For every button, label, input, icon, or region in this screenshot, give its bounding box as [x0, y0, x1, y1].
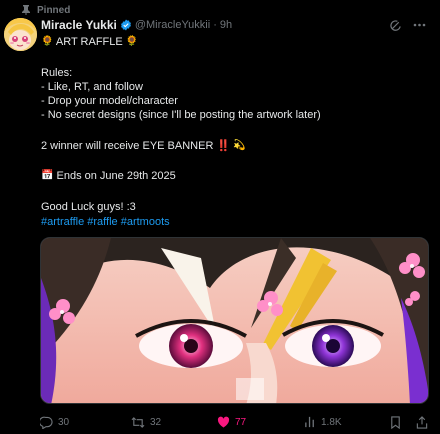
tweet-media-image[interactable]: [40, 237, 429, 404]
repost-icon: [131, 417, 145, 428]
like-count: 77: [235, 416, 247, 428]
views-icon: [305, 416, 314, 428]
avatar-image: [4, 18, 37, 51]
tweet-title: ART RAFFLE: [53, 36, 126, 48]
hashtag-artmoots[interactable]: #artmoots: [121, 216, 170, 228]
repost-count: 32: [150, 417, 162, 428]
grok-icon[interactable]: [388, 18, 402, 32]
verified-badge-icon: [120, 19, 131, 31]
tweet-line-rule-3: - No secret designs (since I'll be posti…: [41, 109, 321, 121]
more-icon[interactable]: [412, 18, 426, 32]
pinned-label: Pinned: [37, 4, 71, 16]
author-handle[interactable]: @MiracleYukkii: [135, 19, 210, 31]
dizzy-emoji: 💫: [233, 140, 246, 152]
like-button[interactable]: 77: [217, 416, 246, 428]
tweet-line-rules: Rules:: [41, 67, 73, 79]
pin-icon: [22, 5, 30, 15]
tweet-title-line: 🌻 ART RAFFLE 🌻: [41, 35, 138, 49]
share-icon: [416, 416, 428, 429]
reply-count: 30: [58, 417, 70, 428]
tweet-ends-line: 📅 Ends on June 29th 2025: [41, 169, 176, 183]
hashtag-list: #artraffle #raffle #artmoots: [41, 215, 170, 229]
hashtag-raffle[interactable]: #raffle: [87, 216, 117, 228]
sunflower-emoji-left: 🌻: [41, 36, 54, 48]
sunflower-emoji-right: 🌻: [125, 36, 139, 48]
views-button[interactable]: 1.8K: [304, 416, 342, 428]
tweet-winner-line: 2 winner will receive EYE BANNER ‼️ 💫: [41, 139, 246, 153]
tweet-line-rule-1: - Like, RT, and follow: [41, 81, 143, 93]
tweet-header: Miracle Yukki @MiracleYukkii · 9h: [41, 18, 232, 32]
separator-dot: ·: [213, 19, 217, 31]
ends-text: Ends on June 29th 2025: [53, 170, 176, 182]
view-count: 1.8K: [321, 416, 342, 428]
bookmark-icon: [391, 416, 400, 429]
reply-icon: [40, 416, 53, 429]
avatar[interactable]: [4, 18, 37, 51]
reply-button[interactable]: 30: [40, 416, 69, 429]
timestamp[interactable]: 9h: [220, 19, 232, 31]
tweet-line-rule-2: - Drop your model/character: [41, 95, 178, 107]
tweet-good-luck-line: Good Luck guys! :3: [41, 201, 136, 213]
author-name[interactable]: Miracle Yukki: [41, 18, 117, 32]
bookmark-button[interactable]: [390, 416, 401, 429]
winner-text: 2 winner will receive EYE BANNER ‼️: [41, 140, 231, 152]
heart-icon: [217, 416, 230, 428]
calendar-emoji: 📅: [41, 170, 54, 182]
anime-eyes-artwork: [41, 238, 428, 403]
hashtag-artraffle[interactable]: #artraffle: [41, 216, 84, 228]
tweet-action-bar: 30 32 77 1.8K: [40, 416, 430, 430]
repost-button[interactable]: 32: [131, 416, 161, 429]
share-button[interactable]: [416, 416, 428, 429]
pinned-indicator: Pinned: [22, 4, 70, 16]
